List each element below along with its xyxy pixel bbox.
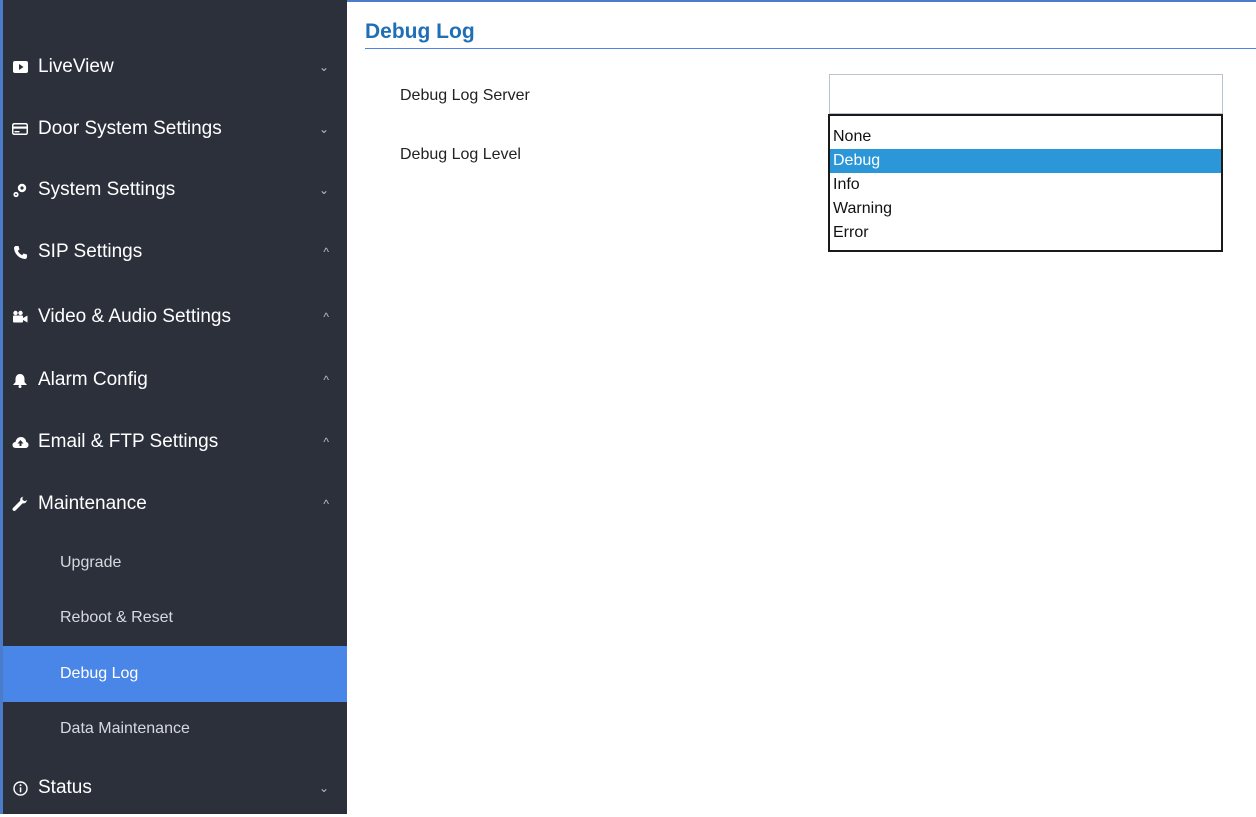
sidebar-item-alarm-config[interactable]: Alarm Config ^ <box>3 349 347 411</box>
sidebar-item-maintenance[interactable]: Maintenance ^ <box>3 473 347 535</box>
chevron-up-icon: ^ <box>323 245 329 259</box>
sidebar-subitem-debug-log[interactable]: Debug Log <box>3 646 347 702</box>
level-option-info[interactable]: Info <box>830 173 1221 197</box>
camera-icon <box>11 308 29 326</box>
sidebar-item-label: Status <box>38 777 92 798</box>
chevron-down-icon: ⌄ <box>318 781 329 795</box>
sidebar-item-label: SIP Settings <box>38 241 143 262</box>
sidebar-item-liveview[interactable]: LiveView ⌄ <box>3 36 347 98</box>
chevron-up-icon: ^ <box>323 310 329 324</box>
sidebar-item-label: Door System Settings <box>38 118 222 139</box>
sidebar-item-sip-settings[interactable]: SIP Settings ^ <box>3 221 347 283</box>
sidebar-subitem-label: Upgrade <box>60 554 122 571</box>
debug-log-level-dropdown[interactable]: None Debug Info Warning Error <box>828 114 1223 252</box>
info-circle-icon <box>11 779 29 797</box>
chevron-down-icon: ⌄ <box>318 60 329 74</box>
phone-icon <box>11 243 29 261</box>
card-icon <box>11 120 29 138</box>
sidebar-item-email-ftp-settings[interactable]: Email & FTP Settings ^ <box>3 411 347 473</box>
sidebar: LiveView ⌄ Door System Settings ⌄ System… <box>0 0 347 814</box>
sidebar-subitem-reboot-reset[interactable]: Reboot & Reset <box>3 590 347 646</box>
sidebar-subitem-label: Reboot & Reset <box>60 609 173 626</box>
debug-log-server-input[interactable] <box>829 74 1223 114</box>
sidebar-item-system-settings[interactable]: System Settings ⌄ <box>3 159 347 221</box>
cloud-upload-icon <box>11 433 29 451</box>
sidebar-subitem-upgrade[interactable]: Upgrade <box>3 535 347 591</box>
chevron-up-icon: ^ <box>323 435 329 449</box>
video-play-icon <box>11 58 29 76</box>
level-option-debug[interactable]: Debug <box>830 149 1221 173</box>
debug-log-level-label: Debug Log Level <box>400 146 521 163</box>
sidebar-item-label: Maintenance <box>38 493 147 514</box>
gears-icon <box>11 181 29 199</box>
chevron-up-icon: ^ <box>323 497 329 511</box>
sidebar-item-label: Video & Audio Settings <box>38 306 231 327</box>
level-option-warning[interactable]: Warning <box>830 197 1221 221</box>
bell-icon <box>11 371 29 389</box>
sidebar-item-door-system-settings[interactable]: Door System Settings ⌄ <box>3 98 347 160</box>
sidebar-subitem-data-maintenance[interactable]: Data Maintenance <box>3 701 347 757</box>
title-divider <box>365 48 1256 49</box>
chevron-down-icon: ⌄ <box>318 122 329 136</box>
level-option-error[interactable]: Error <box>830 221 1221 245</box>
sidebar-subitem-label: Data Maintenance <box>60 720 190 737</box>
debug-log-server-label: Debug Log Server <box>400 87 530 104</box>
sidebar-item-video-audio-settings[interactable]: Video & Audio Settings ^ <box>3 286 347 348</box>
sidebar-item-label: System Settings <box>38 179 176 200</box>
page-title: Debug Log <box>365 20 475 43</box>
level-option-none[interactable]: None <box>830 125 1221 149</box>
sidebar-item-label: Email & FTP Settings <box>38 431 219 452</box>
sidebar-item-label: LiveView <box>38 56 114 77</box>
chevron-down-icon: ⌄ <box>318 183 329 197</box>
sidebar-item-label: Alarm Config <box>38 369 148 390</box>
sidebar-item-status[interactable]: Status ⌄ <box>3 759 347 817</box>
chevron-up-icon: ^ <box>323 373 329 387</box>
sidebar-subitem-label: Debug Log <box>60 665 139 682</box>
wrench-icon <box>11 495 29 513</box>
